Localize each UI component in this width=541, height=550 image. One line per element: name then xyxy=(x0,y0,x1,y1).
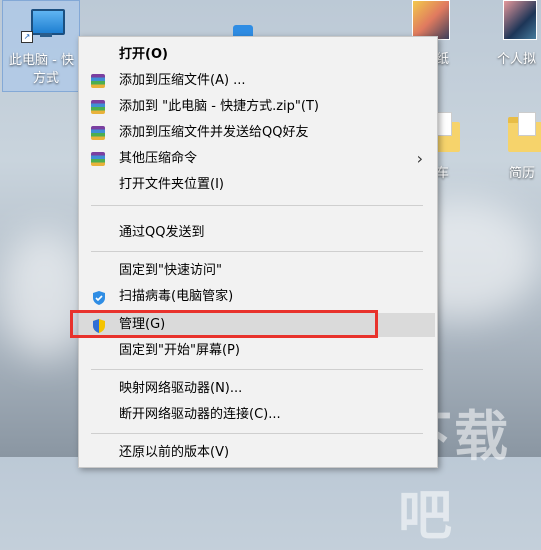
desktop-image-thumbnail[interactable] xyxy=(503,0,537,40)
menu-separator xyxy=(91,205,423,206)
menu-separator xyxy=(91,433,423,434)
menu-item-add-and-send-qq[interactable]: 添加到压缩文件并发送给QQ好友 xyxy=(79,121,435,145)
folder-icon[interactable] xyxy=(508,112,541,152)
menu-item-disconnect-network-drive[interactable]: 断开网络驱动器的连接(C)... xyxy=(79,403,435,427)
menu-item-label: 其他压缩命令 xyxy=(119,151,198,166)
cloud-decoration xyxy=(0,230,90,360)
menu-item-label: 打开(O) xyxy=(119,47,168,62)
menu-item-label: 固定到"开始"屏幕(P) xyxy=(119,343,240,358)
menu-item-label: 添加到压缩文件(A) ... xyxy=(119,73,246,88)
desktop-icon-label-line1: 此电脑 - 快 xyxy=(9,53,74,68)
menu-item-label: 固定到"快速访问" xyxy=(119,263,222,278)
computer-stand xyxy=(40,33,52,37)
menu-item-label: 还原以前的版本(V) xyxy=(119,445,230,460)
menu-item-open[interactable]: 打开(O) xyxy=(79,43,435,67)
desktop-icon-label-line2: 方式 xyxy=(33,71,60,86)
winrar-icon xyxy=(91,152,105,166)
menu-separator xyxy=(91,369,423,370)
shortcut-arrow-icon: ↗ xyxy=(21,31,33,43)
menu-item-label: 添加到 "此电脑 - 快捷方式.zip"(T) xyxy=(119,99,319,114)
menu-item-restore-previous[interactable]: 还原以前的版本(V) xyxy=(79,441,435,465)
menu-item-label: 添加到压缩文件并发送给QQ好友 xyxy=(119,125,309,140)
menu-item-label: 扫描病毒(电脑管家) xyxy=(119,289,234,304)
computer-icon xyxy=(31,9,65,35)
annotation-highlight-box xyxy=(70,310,378,338)
desktop-image-thumbnail[interactable] xyxy=(412,0,450,40)
winrar-icon xyxy=(91,74,105,88)
desktop-icon-this-pc-shortcut[interactable]: ↗ 此电脑 - 快 方式 xyxy=(2,0,80,92)
menu-item-pin-quick-access[interactable]: 固定到"快速访问" xyxy=(79,259,435,283)
winrar-icon xyxy=(91,126,105,140)
menu-item-label: 通过QQ发送到 xyxy=(119,225,205,240)
menu-item-send-via-qq[interactable]: 通过QQ发送到 xyxy=(79,221,435,245)
menu-separator xyxy=(91,251,423,252)
menu-item-label: 断开网络驱动器的连接(C)... xyxy=(119,407,281,422)
winrar-icon xyxy=(91,100,105,114)
menu-item-label: 映射网络驱动器(N)... xyxy=(119,381,243,396)
menu-item-pin-start[interactable]: 固定到"开始"屏幕(P) xyxy=(79,339,435,363)
context-menu: 打开(O) 添加到压缩文件(A) ... 添加到 "此电脑 - 快捷方式.zip… xyxy=(78,36,438,468)
menu-item-open-folder-location[interactable]: 打开文件夹位置(I) xyxy=(79,173,435,197)
chevron-right-icon: › xyxy=(416,149,423,168)
desktop-label-resume: 简历 xyxy=(509,166,536,181)
shield-scan-icon xyxy=(91,290,105,305)
menu-item-scan-virus[interactable]: 扫描病毒(电脑管家) xyxy=(79,285,435,309)
desktop-label-personal: 个人拟 xyxy=(497,52,537,67)
menu-item-add-to-archive[interactable]: 添加到压缩文件(A) ... xyxy=(79,69,435,93)
menu-item-other-compress[interactable]: 其他压缩命令 › xyxy=(79,147,435,171)
menu-item-label: 打开文件夹位置(I) xyxy=(119,177,224,192)
menu-item-map-network-drive[interactable]: 映射网络驱动器(N)... xyxy=(79,377,435,401)
menu-item-add-to-zip[interactable]: 添加到 "此电脑 - 快捷方式.zip"(T) xyxy=(79,95,435,119)
